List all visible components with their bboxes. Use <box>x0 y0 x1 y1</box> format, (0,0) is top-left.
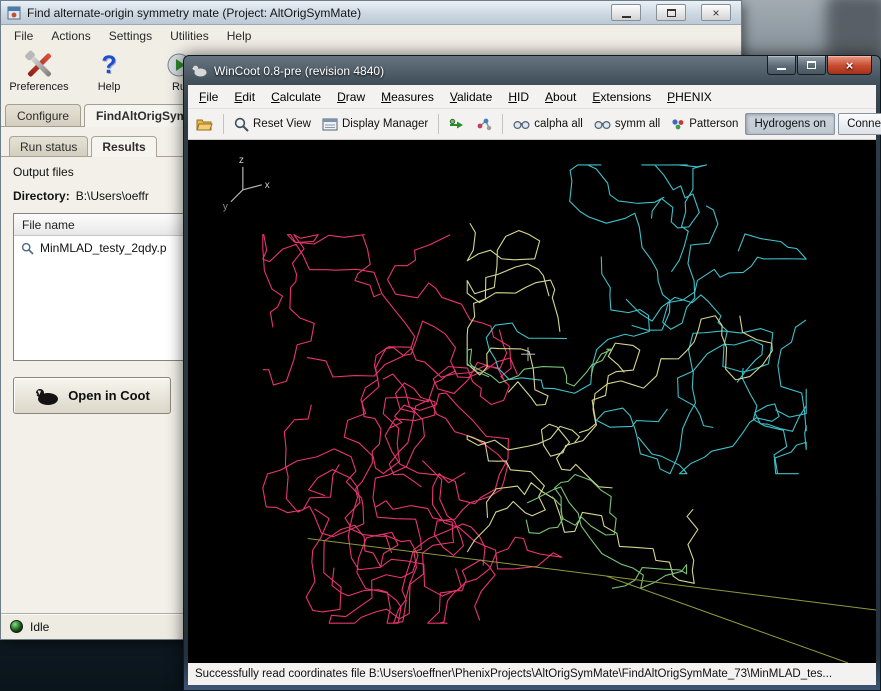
maximize-button[interactable] <box>656 4 686 21</box>
wincoot-app-icon <box>192 64 207 77</box>
menu-draw[interactable]: Draw <box>329 86 373 108</box>
wincoot-toolbar: Reset View Display Manager <box>188 109 876 140</box>
go-to-atom-button[interactable] <box>445 115 469 134</box>
calpha-all-label: calpha all <box>534 118 583 130</box>
spectacles-icon <box>594 119 611 130</box>
minimize-button[interactable] <box>767 56 796 75</box>
ligand-icon <box>476 117 492 131</box>
help-icon: ? <box>93 50 125 80</box>
magnifier-icon <box>234 117 249 132</box>
spectacles-icon <box>513 119 530 130</box>
wincoot-titlebar[interactable]: WinCoot 0.8-pre (revision 4840) × <box>188 56 876 85</box>
wincoot-window: WinCoot 0.8-pre (revision 4840) × File E… <box>183 55 881 691</box>
coot-bird-icon <box>34 386 60 406</box>
wincoot-window-controls: × <box>767 56 872 75</box>
menu-extensions[interactable]: Extensions <box>584 86 659 108</box>
help-button[interactable]: ? Help <box>79 50 139 93</box>
menu-help[interactable]: Help <box>218 27 261 45</box>
menu-actions[interactable]: Actions <box>42 27 99 45</box>
menu-edit[interactable]: Edit <box>226 86 263 108</box>
menu-settings[interactable]: Settings <box>100 27 161 45</box>
close-button[interactable]: × <box>701 4 731 21</box>
display-manager-label: Display Manager <box>342 118 428 130</box>
status-icon <box>10 620 23 633</box>
go-to-ligand-button[interactable] <box>472 114 496 134</box>
help-label: Help <box>98 81 121 93</box>
open-folder-icon <box>196 117 213 131</box>
symm-all-label: symm all <box>615 118 660 130</box>
svg-text:z: z <box>239 155 244 166</box>
minimize-button[interactable] <box>611 4 641 21</box>
hydrogens-on-button[interactable]: Hydrogens on <box>745 113 835 135</box>
menu-phenix[interactable]: PHENIX <box>659 86 720 108</box>
wincoot-statusbar: Successfully read coordinates file B:\Us… <box>188 663 876 685</box>
phenix-app-icon <box>7 6 21 20</box>
preferences-icon <box>23 50 55 80</box>
status-text: Idle <box>30 620 49 634</box>
menu-utilities[interactable]: Utilities <box>161 27 218 45</box>
open-in-coot-label: Open in Coot <box>68 388 150 403</box>
close-button[interactable]: × <box>827 56 872 75</box>
symm-all-button[interactable]: symm all <box>590 115 664 133</box>
toolbar-separator <box>502 114 503 134</box>
menu-calculate[interactable]: Calculate <box>263 86 329 108</box>
directory-label: Directory: <box>13 189 70 203</box>
patterson-icon <box>671 118 685 130</box>
axes-widget: z x y <box>223 155 270 213</box>
wallpaper-structure <box>826 0 881 58</box>
menu-file[interactable]: File <box>5 27 42 45</box>
magnifier-icon <box>21 242 34 255</box>
tab-run-status[interactable]: Run status <box>9 136 88 156</box>
display-manager-icon <box>322 118 338 131</box>
preferences-button[interactable]: Preferences <box>9 50 69 93</box>
svg-text:x: x <box>265 180 270 191</box>
patterson-label: Patterson <box>689 118 738 130</box>
wincoot-status-text: Successfully read coordinates file B:\Us… <box>195 668 832 680</box>
menu-measures[interactable]: Measures <box>373 86 442 108</box>
connected-to-phenix-label: Connected to PHENIX <box>847 118 881 130</box>
display-manager-button[interactable]: Display Manager <box>318 115 432 134</box>
directory-value: B:\Users\oeffr <box>76 189 149 203</box>
menu-validate[interactable]: Validate <box>442 86 501 108</box>
tab-configure[interactable]: Configure <box>5 104 81 126</box>
phenix-menubar: File Actions Settings Utilities Help <box>1 25 741 47</box>
phenix-window-controls: × <box>611 4 731 21</box>
wincoot-menubar: File Edit Calculate Draw Measures Valida… <box>188 85 876 109</box>
svg-text:y: y <box>223 202 228 213</box>
maximize-button[interactable] <box>797 56 826 75</box>
wincoot-window-title: WinCoot 0.8-pre (revision 4840) <box>214 64 384 78</box>
toolbar-separator <box>223 114 224 134</box>
phenix-window-title: Find alternate-origin symmetry mate (Pro… <box>27 6 361 20</box>
tab-results[interactable]: Results <box>91 136 156 157</box>
reset-view-label: Reset View <box>253 118 311 130</box>
menu-hid[interactable]: HID <box>500 86 537 108</box>
viewport-3d[interactable]: z x y <box>188 140 876 663</box>
open-file-button[interactable] <box>192 114 217 134</box>
go-to-atom-icon <box>449 118 465 131</box>
hydrogens-on-label: Hydrogens on <box>754 118 826 130</box>
phenix-titlebar[interactable]: Find alternate-origin symmetry mate (Pro… <box>1 1 741 25</box>
connected-to-phenix-button[interactable]: Connected to PHENIX <box>838 113 881 135</box>
toolbar-separator <box>438 114 439 134</box>
reset-view-button[interactable]: Reset View <box>230 114 315 135</box>
molecule-wireframe <box>263 165 876 663</box>
menu-about[interactable]: About <box>537 86 584 108</box>
menu-file[interactable]: File <box>191 86 226 108</box>
patterson-button[interactable]: Patterson <box>667 115 742 133</box>
open-in-coot-button[interactable]: Open in Coot <box>13 377 171 414</box>
preferences-label: Preferences <box>9 81 68 93</box>
file-name: MinMLAD_testy_2qdy.p <box>40 241 167 255</box>
calpha-all-button[interactable]: calpha all <box>509 115 587 133</box>
